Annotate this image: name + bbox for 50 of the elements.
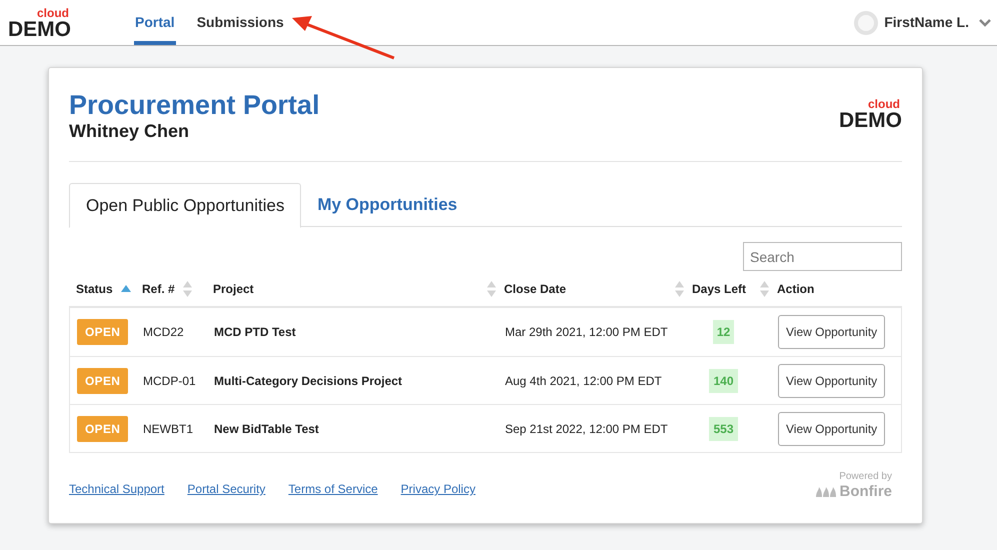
table-cell: NEWBT1 (143, 422, 194, 436)
tab[interactable]: Open Public Opportunities (69, 183, 302, 228)
column-header[interactable]: Status (76, 280, 113, 298)
sort-icon[interactable] (182, 280, 192, 296)
sort-icon[interactable] (675, 280, 684, 296)
table-cell: Mar 29th 2021, 12:00 PM EDT (505, 325, 668, 339)
tab[interactable]: My Opportunities (301, 183, 474, 227)
search-field[interactable]: Search (743, 242, 902, 271)
powered-by-caption: Powered by (839, 470, 892, 484)
status-badge: OPEN (77, 416, 128, 442)
table-cell: Aug 4th 2021, 12:00 PM EDT (505, 374, 662, 388)
view-opportunity-button[interactable]: View Opportunity (778, 315, 886, 349)
status-badge: OPEN (77, 319, 128, 345)
column-header[interactable]: Action (777, 280, 814, 298)
table-cell: New BidTable Test (214, 422, 319, 436)
days-left-badge: 12 (712, 320, 734, 344)
footer-link[interactable]: Technical Support (69, 480, 164, 498)
flame-logo-icon (814, 486, 836, 498)
column-header[interactable]: Project (213, 280, 254, 298)
bonfire-brand: Bonfire (840, 484, 892, 499)
sort-ascending-icon[interactable] (120, 284, 131, 292)
nav-link[interactable]: Portal (134, 0, 176, 45)
status-badge: OPEN (77, 368, 128, 394)
table-cell: MCD PTD Test (214, 325, 296, 339)
column-header[interactable]: Ref. # (142, 280, 175, 298)
portal-title: Procurement Portal (69, 90, 320, 120)
table-cell: MCD22 (143, 325, 184, 339)
table-cell: Sep 21st 2022, 12:00 PM EDT (505, 422, 668, 436)
days-left-badge: 140 (709, 368, 738, 392)
logo-demo-text: DEMO (839, 110, 902, 131)
footer-link[interactable]: Privacy Policy (400, 480, 476, 498)
view-opportunity-button[interactable]: View Opportunity (778, 412, 886, 446)
table-cell: MCDP-01 (143, 374, 196, 388)
user-name[interactable]: FirstName L. (884, 12, 969, 33)
logo-cloud-text: cloud (868, 98, 901, 110)
logo-demo-text: DEMO (8, 19, 71, 40)
footer-link[interactable]: Terms of Service (288, 480, 378, 498)
avatar-icon (854, 10, 878, 34)
sort-icon[interactable] (760, 280, 769, 296)
column-header[interactable]: Days Left (692, 280, 746, 298)
days-left-badge: 553 (709, 416, 738, 440)
view-opportunity-button[interactable]: View Opportunity (778, 364, 886, 398)
column-header[interactable]: Close Date (504, 280, 566, 298)
sort-icon[interactable] (487, 280, 496, 296)
footer-link[interactable]: Portal Security (187, 480, 266, 498)
logo-cloud-text: cloud (37, 7, 70, 19)
nav-link[interactable]: Submissions (196, 0, 285, 45)
portal-subtitle: Whitney Chen (69, 120, 190, 142)
chevron-down-icon[interactable] (979, 18, 991, 26)
table-cell: Multi-Category Decisions Project (214, 374, 402, 388)
